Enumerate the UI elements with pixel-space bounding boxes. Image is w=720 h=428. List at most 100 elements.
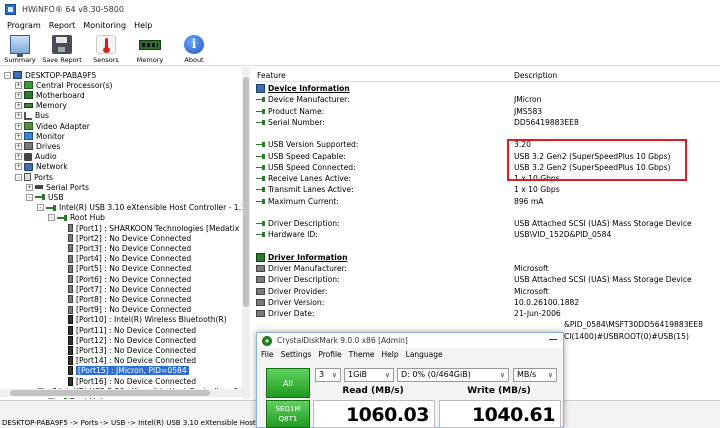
- summary-button[interactable]: Summary: [0, 32, 40, 66]
- tree-item[interactable]: - USB: [26, 192, 64, 202]
- expand-icon[interactable]: +: [15, 102, 22, 110]
- tree-item[interactable]: + Monitor: [15, 131, 65, 141]
- tree-item[interactable]: - Intel(R) USB 3.10 eXtensible Host Contr…: [37, 203, 249, 213]
- collapse-icon[interactable]: -: [37, 204, 44, 212]
- expand-icon[interactable]: +: [15, 153, 22, 161]
- tree-item[interactable]: [Port3] : No Device Connected: [59, 243, 191, 253]
- cdm-menu-theme[interactable]: Theme: [349, 350, 375, 359]
- drive-select[interactable]: D: 0% (0/464GiB): [397, 368, 509, 382]
- details-row[interactable]: Driver Description: USB Attached SCSI (UA…: [252, 274, 720, 285]
- tree-item[interactable]: + Motherboard: [15, 90, 85, 100]
- tree-item[interactable]: [Port15] : JMicron, PID=0584: [59, 366, 189, 376]
- tree-item[interactable]: - Ports: [15, 172, 53, 182]
- tree-item-label: Drives: [36, 141, 61, 151]
- cdm-menu-profile[interactable]: Profile: [318, 350, 341, 359]
- tree-item[interactable]: [Port2] : No Device Connected: [59, 233, 191, 243]
- collapse-icon[interactable]: -: [26, 193, 33, 201]
- device-tree[interactable]: - DESKTOP-PABA9F5 + Central Processor(s) + Mo…: [0, 67, 250, 399]
- tree-item[interactable]: [Port8] : No Device Connected: [59, 294, 191, 304]
- cdm-title-bar[interactable]: CrystalDiskMark 9.0.0 x86 [Admin]: [257, 333, 563, 348]
- menu-monitoring[interactable]: Monitoring: [79, 21, 130, 30]
- details-section-header[interactable]: Device Information: [252, 83, 720, 94]
- tree-item[interactable]: - DESKTOP-PABA9F5: [4, 70, 96, 80]
- tree-item[interactable]: [Port6] : No Device Connected: [59, 274, 191, 284]
- menu-report[interactable]: Report: [45, 21, 80, 30]
- tree-vertical-scrollbar[interactable]: [242, 67, 250, 399]
- tree-item[interactable]: + Serial Ports: [26, 182, 89, 192]
- expand-icon[interactable]: +: [15, 142, 22, 150]
- details-row[interactable]: &PID_0584\MSFT30DD56419883EE8: [252, 319, 720, 330]
- crystaldiskmark-window[interactable]: CrystalDiskMark 9.0.0 x86 [Admin] File S…: [256, 332, 564, 428]
- menu-bar: Program Report Monitoring Help: [0, 18, 720, 32]
- expand-icon[interactable]: +: [15, 163, 22, 171]
- tree-item[interactable]: [Port14] : No Device Connected: [59, 356, 196, 366]
- plug-icon: [68, 254, 73, 263]
- details-row[interactable]: Serial Number: DD56419883EE8: [252, 117, 720, 128]
- tree-item[interactable]: + Memory: [15, 101, 67, 111]
- description-column-header[interactable]: Description: [514, 71, 557, 80]
- collapse-icon[interactable]: -: [4, 71, 11, 79]
- save-report-button[interactable]: Save Report: [40, 32, 84, 66]
- tree-hscroll-thumb[interactable]: [10, 390, 210, 396]
- details-row[interactable]: Driver Description: USB Attached SCSI (UA…: [252, 218, 720, 229]
- details-section-header[interactable]: Driver Information: [252, 252, 720, 263]
- cdm-menu-help[interactable]: Help: [382, 350, 399, 359]
- minimize-icon[interactable]: [549, 339, 557, 340]
- tree-item[interactable]: [Port16] : No Device Connected: [59, 376, 196, 386]
- tree-item-label: [Port10] : Intel(R) Wireless Bluetooth(R…: [76, 315, 227, 325]
- collapse-icon[interactable]: -: [48, 214, 55, 222]
- details-row[interactable]: Device Manufacturer: JMicron: [252, 94, 720, 105]
- expand-icon[interactable]: +: [15, 122, 22, 130]
- tree-item[interactable]: [Port5] : No Device Connected: [59, 264, 191, 274]
- expand-icon[interactable]: +: [15, 132, 22, 140]
- expand-icon[interactable]: +: [26, 183, 33, 191]
- tree-item[interactable]: + Video Adapter: [15, 121, 90, 131]
- tree-horizontal-scrollbar[interactable]: [0, 389, 242, 397]
- tree-scroll-thumb[interactable]: [243, 77, 249, 307]
- feature-column-header[interactable]: Feature: [257, 71, 286, 80]
- details-row[interactable]: Hardware ID: USB\VID_152D&PID_0584: [252, 229, 720, 240]
- details-row[interactable]: Product Name: JMS583: [252, 106, 720, 117]
- tree-item[interactable]: - Root Hub: [48, 213, 105, 223]
- tree-item[interactable]: [Port12] : No Device Connected: [59, 335, 196, 345]
- tree-item[interactable]: [Port9] : No Device Connected: [59, 305, 191, 315]
- tree-item[interactable]: [Port1] : SHARKOON Technologies [Medatix: [59, 223, 239, 233]
- tree-item[interactable]: [Port10] : Intel(R) Wireless Bluetooth(R…: [59, 315, 227, 325]
- menu-program[interactable]: Program: [3, 21, 45, 30]
- test-size-select[interactable]: 1GiB: [344, 368, 394, 382]
- details-row[interactable]: Transmit Lanes Active: 1 x 10 Gbps: [252, 184, 720, 195]
- collapse-icon[interactable]: -: [15, 173, 22, 181]
- about-button[interactable]: i About: [172, 32, 216, 66]
- unit-select[interactable]: MB/s: [513, 368, 557, 382]
- memory-button[interactable]: Memory: [128, 32, 172, 66]
- tree-item[interactable]: + Network: [15, 162, 68, 172]
- tree-item-label: [Port14] : No Device Connected: [76, 356, 197, 366]
- tree-item[interactable]: [Port7] : No Device Connected: [59, 284, 191, 294]
- tree-item[interactable]: [Port4] : No Device Connected: [59, 254, 191, 264]
- expand-icon[interactable]: +: [15, 91, 22, 99]
- details-row[interactable]: Driver Date: 21-Jun-2006: [252, 308, 720, 319]
- sensors-button[interactable]: Sensors: [84, 32, 128, 66]
- tree-item[interactable]: [Port11] : No Device Connected: [59, 325, 196, 335]
- tree-item-label: DESKTOP-PABA9F5: [25, 70, 97, 80]
- menu-help[interactable]: Help: [130, 21, 156, 30]
- tree-item[interactable]: + Central Processor(s): [15, 80, 113, 90]
- details-row[interactable]: Driver Provider: Microsoft: [252, 286, 720, 297]
- expand-icon[interactable]: +: [15, 112, 22, 120]
- usb-icon: [256, 197, 265, 205]
- collapse-icon[interactable]: -: [48, 397, 55, 399]
- cdm-menu-file[interactable]: File: [261, 350, 274, 359]
- details-row[interactable]: Maximum Current: 896 mA: [252, 196, 720, 207]
- seq1m-q8t1-button[interactable]: SEQ1M Q8T1: [266, 400, 310, 428]
- tree-item[interactable]: [Port13] : No Device Connected: [59, 345, 196, 355]
- tree-item[interactable]: + Audio: [15, 152, 57, 162]
- tree-item[interactable]: + Bus: [15, 111, 49, 121]
- run-all-button[interactable]: All: [266, 368, 310, 398]
- details-row[interactable]: Driver Version: 10.0.26100.1882: [252, 297, 720, 308]
- expand-icon[interactable]: +: [15, 81, 22, 89]
- cdm-menu-settings[interactable]: Settings: [281, 350, 312, 359]
- details-row[interactable]: Driver Manufacturer: Microsoft: [252, 263, 720, 274]
- cdm-menu-language[interactable]: Language: [406, 350, 443, 359]
- tree-item[interactable]: + Drives: [15, 141, 60, 151]
- test-count-select[interactable]: 3: [315, 368, 341, 382]
